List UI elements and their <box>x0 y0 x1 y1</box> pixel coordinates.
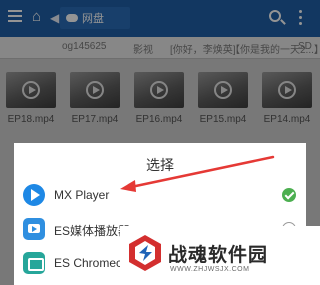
option-label: MX Player <box>54 188 110 202</box>
mx-player-icon <box>23 184 45 206</box>
watermark-logo-icon <box>129 235 161 271</box>
option-label: ES媒体播放器 <box>54 224 131 238</box>
dialog-title: 选择 <box>146 157 174 173</box>
es-media-player-icon <box>23 218 45 240</box>
watermark-url: WWW.ZHJWSJX.COM <box>170 266 250 273</box>
es-chromecast-icon <box>23 252 45 274</box>
watermark: 战魂软件园 WWW.ZHJWSJX.COM <box>120 226 320 285</box>
selected-check-icon[interactable] <box>282 188 296 202</box>
watermark-name: 战魂软件园 <box>168 244 269 266</box>
option-mx-player[interactable]: MX Player <box>14 180 306 212</box>
